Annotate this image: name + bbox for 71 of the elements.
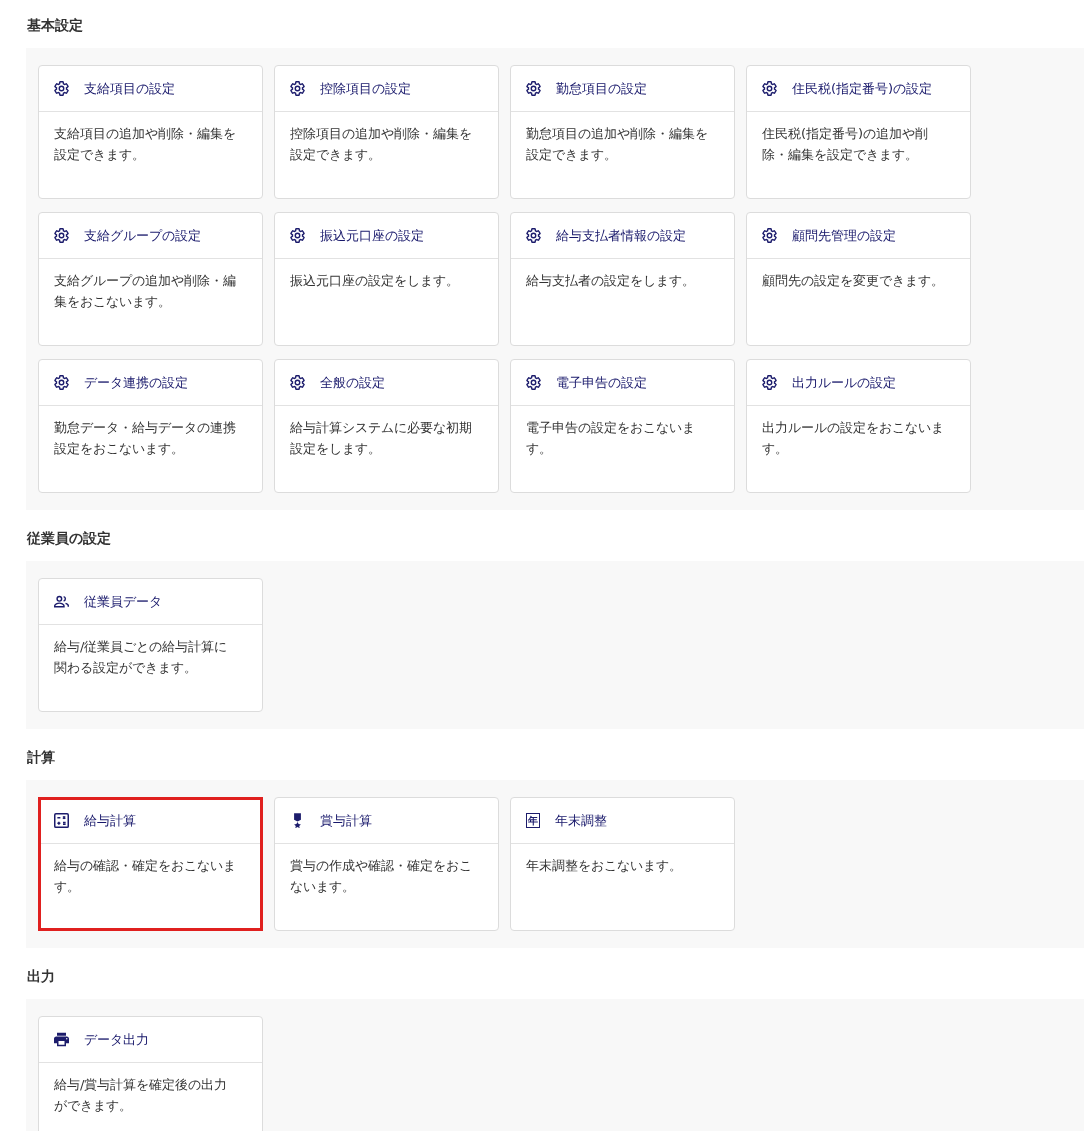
gear-icon [290, 375, 305, 390]
card-description: 顧問先の設定を変更できます。 [762, 272, 945, 290]
card-title: 支給項目の設定 [84, 79, 175, 98]
card-title: 勤怠項目の設定 [556, 79, 647, 98]
menu-card[interactable]: 控除項目の設定 控除項目の追加や削除・編集を設定できます。 [274, 65, 499, 199]
card-description: 給与/賞与計算を確定後の出力ができます。 [54, 1076, 229, 1115]
menu-card[interactable]: データ出力 給与/賞与計算を確定後の出力ができます。 [38, 1016, 263, 1131]
section-heading: 従業員の設定 [27, 529, 111, 548]
card-title: データ出力 [84, 1030, 149, 1049]
section-heading: 計算 [27, 748, 55, 767]
gear-icon [526, 375, 541, 390]
menu-card[interactable]: 電子申告の設定 電子申告の設定をおこないます。 [510, 359, 735, 493]
card-description: 電子申告の設定をおこないます。 [526, 419, 696, 458]
card-description: 給与計算システムに必要な初期設定をします。 [290, 419, 473, 458]
gear-icon [54, 375, 69, 390]
card-description: 住民税(指定番号)の追加や削除・編集を設定できます。 [762, 125, 930, 164]
menu-card[interactable]: 支給グループの設定 支給グループの追加や削除・編集をおこないます。 [38, 212, 263, 346]
card-description: 出力ルールの設定をおこないます。 [762, 419, 945, 458]
card-title: 控除項目の設定 [320, 79, 411, 98]
menu-card[interactable]: 賞与計算 賞与の作成や確認・確定をおこないます。 [274, 797, 499, 931]
card-title: 支給グループの設定 [84, 226, 201, 245]
card-title: 給与計算 [84, 811, 136, 830]
menu-card[interactable]: 振込元口座の設定 振込元口座の設定をします。 [274, 212, 499, 346]
menu-card[interactable]: 支給項目の設定 支給項目の追加や削除・編集を設定できます。 [38, 65, 263, 199]
gear-icon [290, 81, 305, 96]
gear-icon [290, 228, 305, 243]
menu-card[interactable]: 年 年末調整 年末調整をおこないます。 [510, 797, 735, 931]
menu-card[interactable]: 出力ルールの設定 出力ルールの設定をおこないます。 [746, 359, 971, 493]
card-description: 勤怠項目の追加や削除・編集を設定できます。 [526, 125, 709, 164]
card-title: 全般の設定 [320, 373, 385, 392]
card-description: 年末調整をおこないます。 [526, 857, 683, 875]
card-description: 給与/従業員ごとの給与計算に関わる設定ができます。 [54, 638, 229, 677]
card-description: 給与支払者の設定をします。 [526, 272, 696, 290]
card-title: 年末調整 [555, 811, 607, 830]
card-title: 賞与計算 [320, 811, 372, 830]
card-title: 振込元口座の設定 [320, 226, 424, 245]
card-title: 顧問先管理の設定 [792, 226, 896, 245]
people-icon [54, 594, 69, 609]
card-title: 電子申告の設定 [556, 373, 647, 392]
gear-icon [762, 375, 777, 390]
menu-card[interactable]: 住民税(指定番号)の設定 住民税(指定番号)の追加や削除・編集を設定できます。 [746, 65, 971, 199]
menu-card[interactable]: 顧問先管理の設定 顧問先の設定を変更できます。 [746, 212, 971, 346]
menu-card[interactable]: 全般の設定 給与計算システムに必要な初期設定をします。 [274, 359, 499, 493]
gear-icon [54, 81, 69, 96]
card-description: 支給グループの追加や削除・編集をおこないます。 [54, 272, 237, 311]
menu-card[interactable]: データ連携の設定 勤怠データ・給与データの連携設定をおこないます。 [38, 359, 263, 493]
card-title: 住民税(指定番号)の設定 [792, 79, 933, 98]
gear-icon [54, 228, 69, 243]
gear-icon [762, 81, 777, 96]
card-description: 賞与の作成や確認・確定をおこないます。 [290, 857, 473, 896]
section-heading: 出力 [27, 967, 55, 986]
card-title: データ連携の設定 [84, 373, 188, 392]
menu-card[interactable]: 勤怠項目の設定 勤怠項目の追加や削除・編集を設定できます。 [510, 65, 735, 199]
card-description: 振込元口座の設定をします。 [290, 272, 460, 290]
card-title: 給与支払者情報の設定 [556, 226, 686, 245]
menu-card[interactable]: 給与支払者情報の設定 給与支払者の設定をします。 [510, 212, 735, 346]
card-description: 支給項目の追加や削除・編集を設定できます。 [54, 125, 237, 164]
calendar-year-icon: 年 [526, 813, 540, 828]
section-heading: 基本設定 [27, 16, 83, 35]
calculator-icon [54, 813, 69, 828]
card-description: 控除項目の追加や削除・編集を設定できます。 [290, 125, 473, 164]
gear-icon [526, 81, 541, 96]
gear-icon [762, 228, 777, 243]
card-title: 出力ルールの設定 [792, 373, 896, 392]
menu-card[interactable]: 従業員データ 給与/従業員ごとの給与計算に関わる設定ができます。 [38, 578, 263, 712]
card-description: 給与の確認・確定をおこないます。 [54, 857, 237, 896]
menu-card[interactable]: 給与計算 給与の確認・確定をおこないます。 [38, 797, 263, 931]
printer-icon [54, 1032, 69, 1047]
card-description: 勤怠データ・給与データの連携設定をおこないます。 [54, 419, 237, 458]
gear-icon [526, 228, 541, 243]
card-title: 従業員データ [84, 592, 162, 611]
